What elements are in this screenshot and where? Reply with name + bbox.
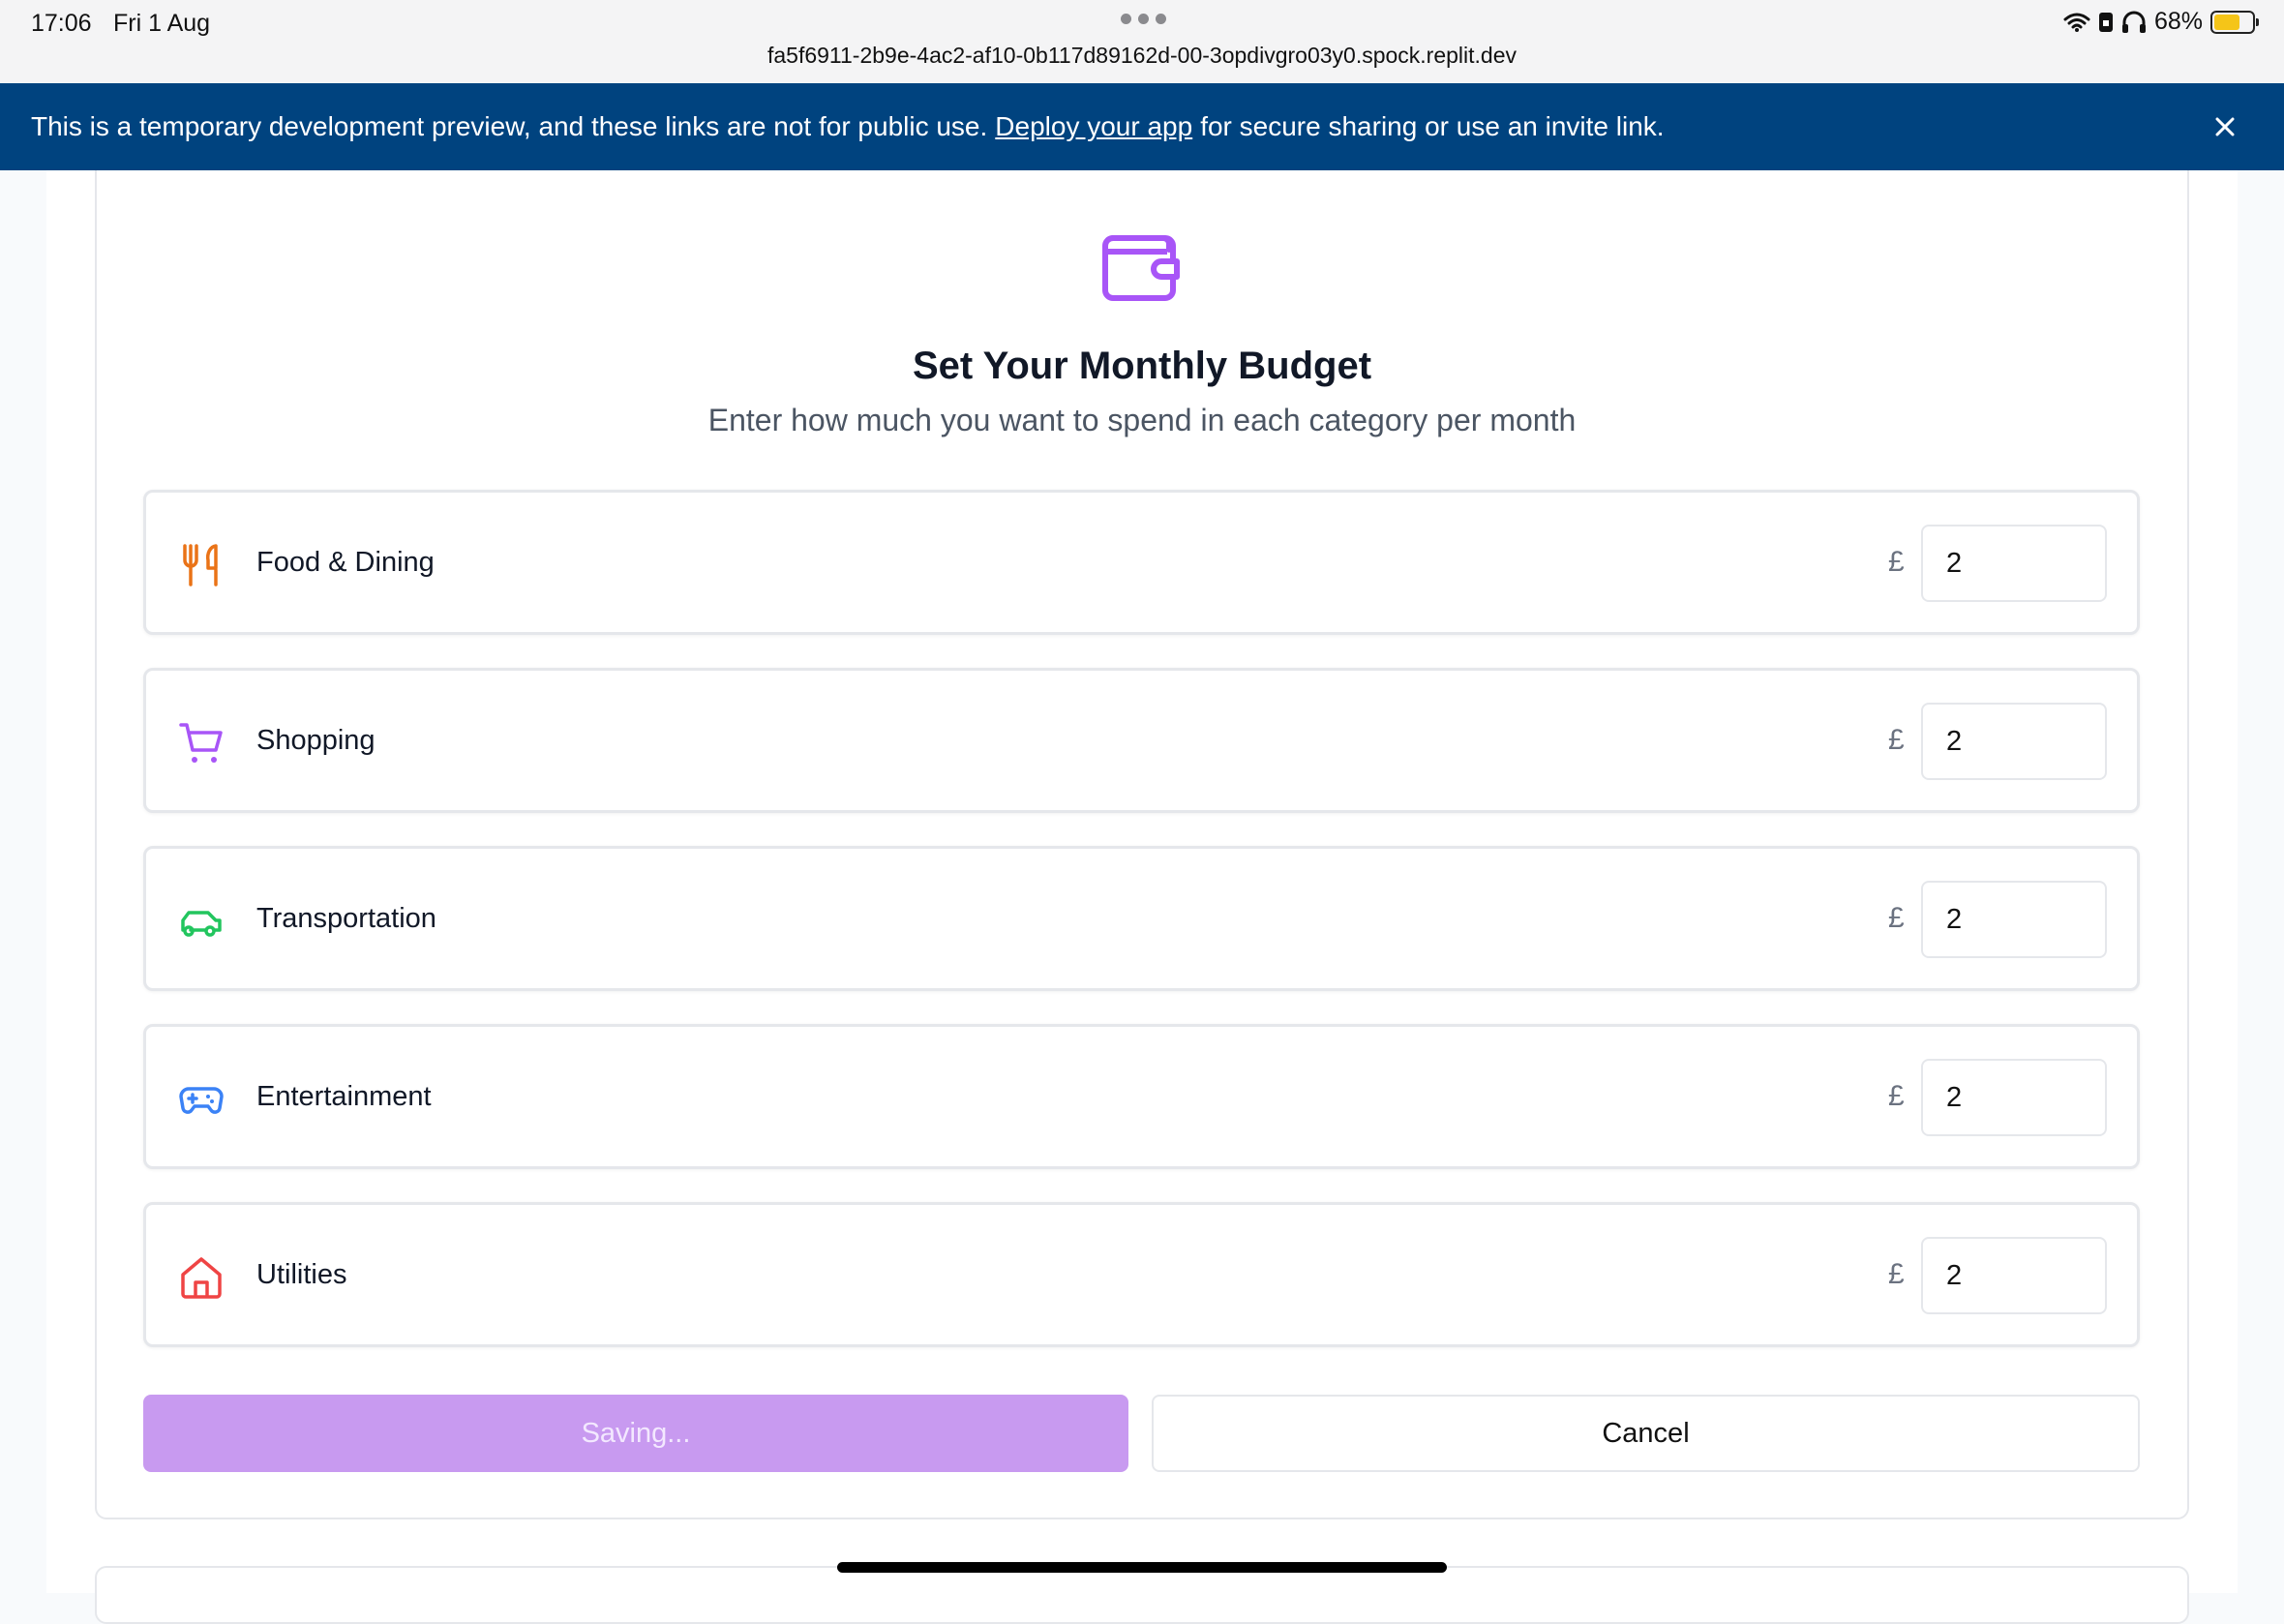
utilities-amount-input[interactable] [1921, 1237, 2107, 1314]
address-bar-url[interactable]: fa5f6911-2b9e-4ac2-af10-0b117d89162d-00-… [0, 43, 2284, 69]
dev-preview-banner: This is a temporary development preview,… [0, 83, 2284, 170]
page-title: Set Your Monthly Budget [912, 345, 1372, 387]
cancel-button[interactable]: Cancel [1152, 1395, 2140, 1472]
budget-row-entertainment: Entertainment £ [143, 1024, 2140, 1169]
currency-symbol: £ [1888, 1080, 1905, 1112]
budget-row-transportation: Transportation £ [143, 846, 2140, 991]
budget-row-food: Food & Dining £ [143, 490, 2140, 635]
banner-text-after: for secure sharing or use an invite link… [1200, 111, 1665, 141]
gamepad-icon [179, 1087, 224, 1114]
category-label: Food & Dining [256, 547, 435, 578]
category-label: Transportation [256, 903, 436, 934]
food-amount-input[interactable] [1921, 525, 2107, 602]
shopping-cart-icon [179, 723, 223, 763]
page-subtitle: Enter how much you want to spend in each… [707, 403, 1577, 437]
car-icon [181, 911, 222, 937]
transportation-amount-input[interactable] [1921, 881, 2107, 958]
currency-symbol: £ [1888, 546, 1905, 578]
currency-symbol: £ [1888, 902, 1905, 934]
budget-row-utilities: Utilities £ [143, 1202, 2140, 1347]
status-date: Fri 1 Aug [113, 10, 211, 37]
shopping-amount-input[interactable] [1921, 703, 2107, 780]
banner-text: This is a temporary development preview,… [31, 111, 988, 141]
wifi-icon [2063, 13, 2090, 32]
next-card [95, 1566, 2189, 1624]
save-button[interactable]: Saving... [143, 1395, 1128, 1472]
category-label: Utilities [256, 1259, 347, 1290]
status-bar: 17:06 Fri 1 Aug fa5f6911-2b9e-4ac2-af10-… [0, 0, 2284, 83]
deploy-app-link[interactable]: Deploy your app [995, 111, 1192, 142]
battery-icon [2210, 10, 2259, 34]
budget-row-shopping: Shopping £ [143, 668, 2140, 813]
close-icon[interactable] [2209, 110, 2241, 143]
home-indicator[interactable] [837, 1562, 1447, 1573]
headphones-icon [2121, 11, 2146, 33]
battery-percent: 68% [2153, 8, 2203, 35]
lock-rotation-icon [2098, 12, 2113, 32]
category-label: Shopping [256, 725, 376, 756]
status-indicators: 68% [2063, 8, 2259, 36]
status-time: 17:06 [31, 10, 92, 37]
home-icon [181, 1257, 222, 1299]
multitasking-dots-icon[interactable] [1121, 14, 1166, 24]
category-label: Entertainment [256, 1081, 432, 1112]
currency-symbol: £ [1888, 724, 1905, 756]
utensils-icon [183, 544, 218, 586]
entertainment-amount-input[interactable] [1921, 1059, 2107, 1136]
wallet-icon [1102, 235, 1180, 301]
currency-symbol: £ [1888, 1258, 1905, 1290]
